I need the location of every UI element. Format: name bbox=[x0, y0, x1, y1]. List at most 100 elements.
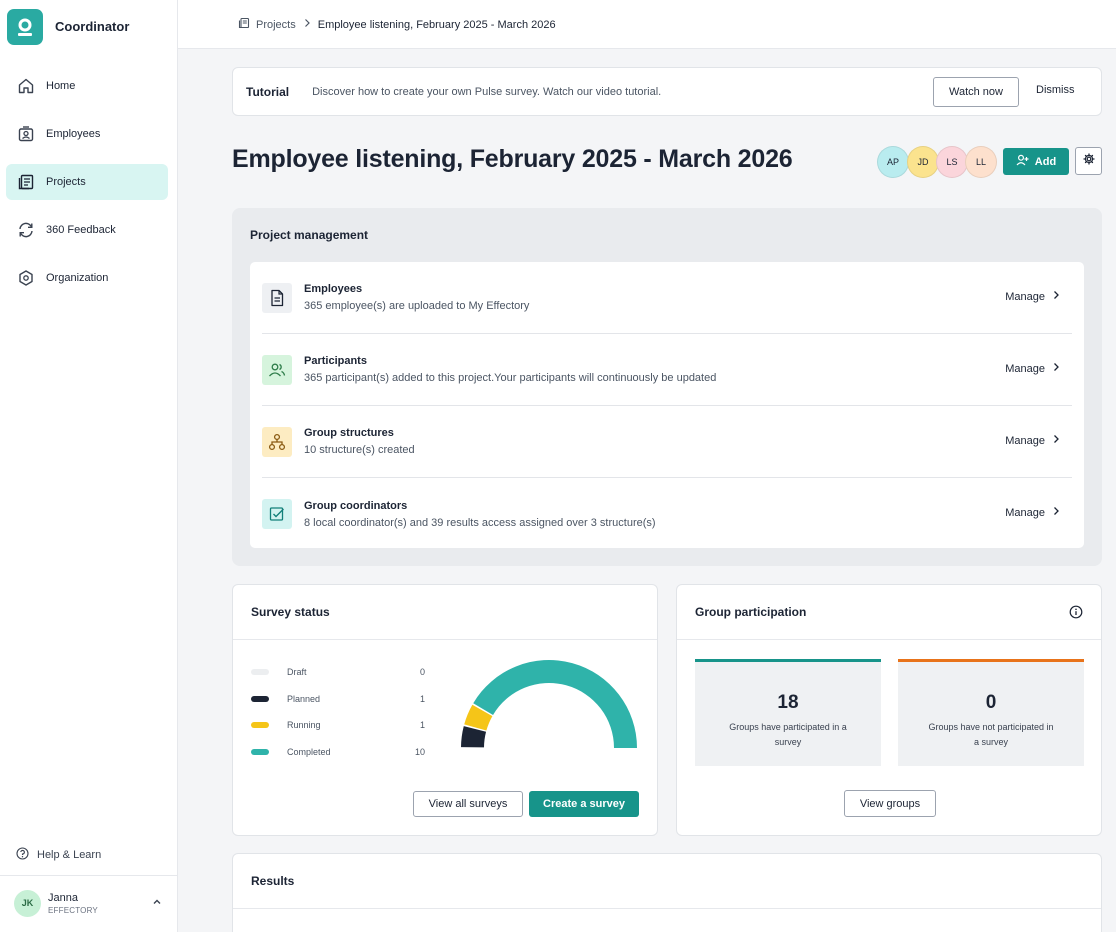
sidebar-item-employees[interactable]: Employees bbox=[6, 116, 168, 152]
legend-label: Planned bbox=[287, 693, 321, 704]
coordinator-logo-icon bbox=[7, 8, 43, 45]
manage-label: Manage bbox=[1005, 362, 1045, 375]
breadcrumb: Projects Employee listening, February 20… bbox=[238, 17, 556, 32]
legend-swatch bbox=[251, 722, 269, 729]
sidebar-nav: Home Employees Projects 360 Feedback Org… bbox=[6, 68, 168, 308]
survey-status-gauge-chart bbox=[461, 660, 637, 748]
legend-item-running: Running 1 bbox=[251, 712, 425, 739]
avatar-initials: LS bbox=[946, 157, 958, 167]
user-organization: EFFECTORY bbox=[48, 905, 98, 915]
users-icon bbox=[262, 354, 292, 385]
list-item-group-coordinators: Group coordinators 8 local coordinator(s… bbox=[262, 478, 1072, 550]
user-menu[interactable]: JK Janna EFFECTORY bbox=[14, 887, 166, 919]
survey-status-title: Survey status bbox=[251, 605, 330, 619]
sidebar-item-360-feedback[interactable]: 360 Feedback bbox=[6, 212, 168, 248]
employees-icon bbox=[16, 124, 36, 144]
sidebar-item-home[interactable]: Home bbox=[6, 68, 168, 104]
page-title: Employee listening, February 2025 - Marc… bbox=[232, 145, 793, 173]
app-name: Coordinator bbox=[55, 19, 130, 34]
sidebar-item-projects[interactable]: Projects bbox=[6, 164, 168, 200]
legend-swatch bbox=[251, 695, 269, 702]
groups-participated-stat: 18 Groups have participated in a survey bbox=[695, 659, 881, 766]
manage-employees-link[interactable]: Manage bbox=[1005, 290, 1060, 303]
list-item-description: 365 employee(s) are uploaded to My Effec… bbox=[304, 300, 530, 312]
hierarchy-icon bbox=[262, 426, 292, 457]
chevron-right-icon bbox=[303, 18, 311, 31]
legend-label: Running bbox=[287, 720, 321, 731]
projects-icon bbox=[16, 172, 36, 192]
legend-count: 1 bbox=[419, 693, 425, 704]
manage-participants-link[interactable]: Manage bbox=[1005, 362, 1060, 375]
manage-label: Manage bbox=[1005, 434, 1045, 447]
stat-value: 0 bbox=[985, 692, 997, 713]
home-icon bbox=[16, 76, 36, 96]
list-item-title: Participants bbox=[304, 355, 367, 367]
list-item-title: Employees bbox=[304, 283, 363, 295]
survey-status-legend: Draft 0 Planned 1 Running 1 Completed 10 bbox=[251, 659, 425, 765]
stat-value: 18 bbox=[777, 692, 799, 713]
manage-group-coordinators-link[interactable]: Manage bbox=[1005, 506, 1060, 519]
chevron-right-icon bbox=[1053, 434, 1060, 447]
list-item-description: 365 participant(s) added to this project… bbox=[304, 372, 717, 384]
avatar[interactable]: AP bbox=[877, 146, 909, 178]
user-info: Janna EFFECTORY bbox=[48, 892, 98, 915]
watch-now-button[interactable]: Watch now bbox=[933, 77, 1019, 107]
legend-swatch bbox=[251, 669, 269, 676]
sidebar-item-label: Projects bbox=[46, 176, 86, 188]
gear-icon bbox=[1082, 152, 1095, 170]
projects-icon bbox=[238, 17, 250, 32]
stat-label: Groups have not participated in a survey bbox=[928, 722, 1054, 747]
tutorial-text: Discover how to create your own Pulse su… bbox=[312, 85, 662, 98]
help-and-learn-link[interactable]: Help & Learn bbox=[16, 847, 101, 863]
legend-label: Draft bbox=[287, 667, 307, 678]
list-item-title: Group structures bbox=[304, 427, 394, 439]
user-name: Janna bbox=[48, 891, 78, 904]
chevron-right-icon bbox=[1053, 290, 1060, 303]
settings-button[interactable] bbox=[1075, 147, 1102, 175]
manage-group-structures-link[interactable]: Manage bbox=[1005, 434, 1060, 447]
legend-item-draft: Draft 0 bbox=[251, 659, 425, 686]
divider bbox=[233, 639, 657, 640]
gauge-slice-completed bbox=[473, 660, 637, 748]
add-member-button[interactable]: Add bbox=[1003, 148, 1069, 175]
list-item-participants: Participants 365 participant(s) added to… bbox=[262, 334, 1072, 406]
sidebar-item-label: Home bbox=[46, 80, 76, 92]
sidebar-divider bbox=[0, 875, 178, 876]
list-item-description: 8 local coordinator(s) and 39 results ac… bbox=[304, 516, 656, 529]
view-all-surveys-button[interactable]: View all surveys bbox=[413, 791, 523, 817]
refresh-icon bbox=[16, 220, 36, 240]
breadcrumb-link-projects[interactable]: Projects bbox=[256, 19, 296, 31]
legend-item-planned: Planned 1 bbox=[251, 686, 425, 713]
group-participation-title: Group participation bbox=[695, 605, 807, 619]
info-icon[interactable] bbox=[1069, 605, 1083, 619]
avatar[interactable]: JD bbox=[907, 146, 939, 178]
sidebar: Coordinator Home Employees Projects 360 … bbox=[0, 0, 178, 932]
create-survey-button[interactable]: Create a survey bbox=[529, 791, 639, 817]
results-title: Results bbox=[251, 874, 295, 888]
legend-count: 1 bbox=[419, 720, 425, 731]
sidebar-item-organization[interactable]: Organization bbox=[6, 260, 168, 296]
stat-label: Groups have participated in a survey bbox=[729, 722, 847, 747]
avatar[interactable]: LL bbox=[965, 146, 997, 178]
brand[interactable]: Coordinator bbox=[7, 8, 129, 45]
breadcrumb-current: Employee listening, February 2025 - Marc… bbox=[317, 18, 556, 31]
project-management-panel: Project management Employees 365 employe… bbox=[232, 208, 1102, 566]
list-item-description: 10 structure(s) created bbox=[304, 444, 415, 456]
chevron-up-icon bbox=[152, 897, 162, 910]
manage-label: Manage bbox=[1005, 290, 1045, 303]
tutorial-banner: Tutorial Discover how to create your own… bbox=[232, 67, 1102, 116]
sidebar-item-label: Employees bbox=[46, 128, 101, 140]
list-item-title: Group coordinators bbox=[304, 499, 408, 512]
manage-label: Manage bbox=[1005, 506, 1045, 519]
list-item-group-structures: Group structures 10 structure(s) created… bbox=[262, 406, 1072, 478]
view-groups-button[interactable]: View groups bbox=[844, 790, 936, 817]
chevron-right-icon bbox=[1053, 506, 1060, 519]
list-item-employees: Employees 365 employee(s) are uploaded t… bbox=[262, 262, 1072, 334]
help-label: Help & Learn bbox=[37, 849, 102, 861]
survey-status-card: Survey status Draft 0 Planned 1 Running … bbox=[232, 584, 658, 836]
divider bbox=[677, 639, 1101, 640]
sidebar-item-label: 360 Feedback bbox=[46, 224, 116, 236]
project-management-title: Project management bbox=[250, 228, 369, 242]
avatar[interactable]: LS bbox=[936, 146, 968, 178]
dismiss-button[interactable]: Dismiss bbox=[1036, 84, 1075, 96]
